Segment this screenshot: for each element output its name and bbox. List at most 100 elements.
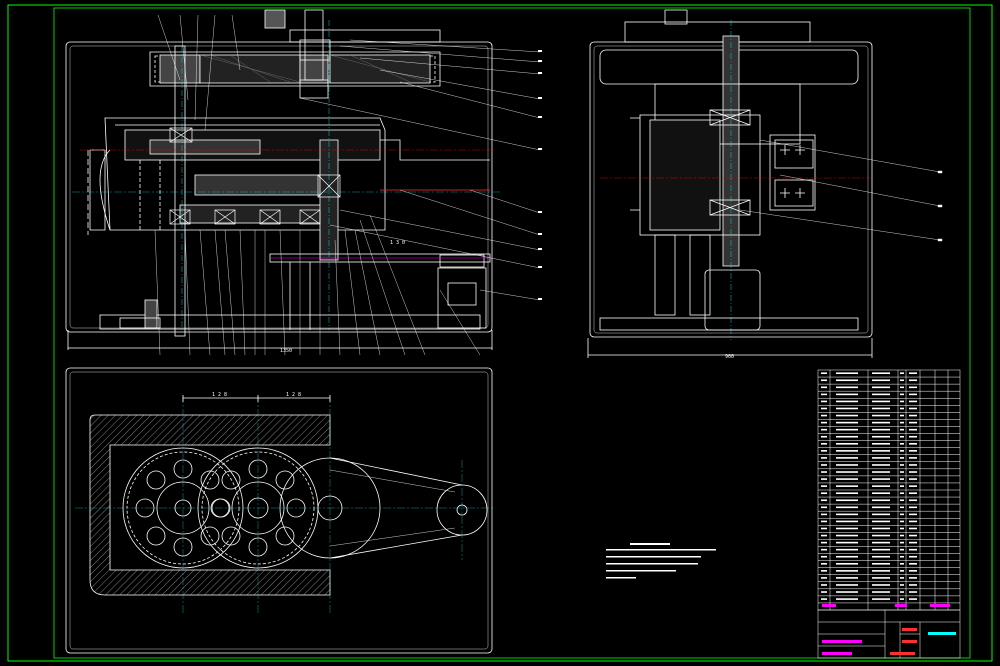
bom-cell-text-mark bbox=[872, 527, 890, 530]
bom-cell-text-mark bbox=[900, 598, 904, 600]
bom-cell-text-mark bbox=[909, 591, 917, 593]
bom-cell-text-mark bbox=[836, 577, 858, 579]
bom-cell-text-mark bbox=[872, 379, 890, 382]
bom-cell-text-mark bbox=[872, 577, 890, 579]
bom-cell-text-mark bbox=[872, 485, 890, 487]
bom-cell-text-mark bbox=[909, 548, 917, 551]
bom-cell-text-mark bbox=[872, 464, 890, 466]
bom-cell-text-mark bbox=[900, 527, 904, 530]
bom-cell-text-mark bbox=[836, 379, 858, 382]
bom-cell-text-mark bbox=[836, 435, 858, 438]
bom-cell-text-mark bbox=[821, 442, 827, 445]
bom-cell-text-mark bbox=[821, 485, 827, 487]
bom-cell-text-mark bbox=[821, 457, 827, 459]
plan-dimension-a: 1 2 8 bbox=[212, 392, 227, 398]
bom-cell-text-mark bbox=[836, 562, 858, 565]
bom-cell-text-mark bbox=[900, 442, 904, 445]
bom-cell-text-mark bbox=[909, 435, 917, 438]
bom-cell-text-mark bbox=[821, 478, 827, 480]
bom-cell-text-mark bbox=[821, 548, 827, 551]
cad-drawing-sheet: 1350 1 3 0 900 1 2 8 1 2 8 bbox=[7, 4, 993, 662]
bom-cell-text-mark bbox=[821, 527, 827, 530]
bom-cell-text-mark bbox=[872, 598, 890, 600]
bom-cell-text-mark bbox=[900, 372, 904, 374]
bom-cell-text-mark bbox=[909, 513, 917, 516]
bom-cell-text-mark bbox=[836, 457, 858, 459]
title-block bbox=[817, 369, 961, 659]
bill-of-materials-rows bbox=[818, 372, 960, 604]
bom-cell-text-mark bbox=[909, 457, 917, 459]
front-section-view bbox=[65, 9, 500, 350]
bom-cell-text-mark bbox=[836, 442, 858, 445]
bom-cell-text-mark bbox=[909, 400, 917, 403]
bom-cell-text-mark bbox=[909, 372, 917, 374]
bom-cell-text-mark bbox=[900, 393, 904, 396]
bom-cell-text-mark bbox=[836, 591, 858, 593]
bom-cell-text-mark bbox=[900, 435, 904, 438]
bom-cell-text-mark bbox=[821, 499, 827, 502]
bom-cell-text-mark bbox=[821, 562, 827, 565]
bom-cell-text-mark bbox=[872, 386, 890, 389]
bom-cell-text-mark bbox=[909, 499, 917, 502]
bom-cell-text-mark bbox=[821, 379, 827, 382]
bom-cell-text-mark bbox=[836, 478, 858, 480]
bom-cell-text-mark bbox=[900, 562, 904, 565]
bom-cell-text-mark bbox=[821, 570, 827, 572]
bom-cell-text-mark bbox=[872, 393, 890, 396]
bom-cell-text-mark bbox=[872, 492, 890, 494]
bom-cell-text-mark bbox=[821, 492, 827, 494]
bom-cell-text-mark bbox=[872, 513, 890, 516]
bom-cell-text-mark bbox=[836, 527, 858, 530]
bom-cell-text-mark bbox=[872, 570, 890, 572]
bom-cell-text-mark bbox=[909, 485, 917, 487]
bom-cell-text-mark bbox=[900, 386, 904, 389]
bom-cell-text-mark bbox=[836, 492, 858, 494]
bom-cell-text-mark bbox=[821, 386, 827, 389]
bom-cell-text-mark bbox=[900, 577, 904, 579]
plan-dimension-b: 1 2 8 bbox=[286, 392, 301, 398]
bom-cell-text-mark bbox=[821, 435, 827, 438]
bom-cell-text-mark bbox=[909, 541, 917, 544]
bom-cell-text-mark bbox=[836, 372, 858, 374]
bom-cell-text-mark bbox=[909, 562, 917, 565]
bom-cell-text-mark bbox=[900, 414, 904, 417]
bom-cell-text-mark bbox=[909, 570, 917, 572]
bom-cell-text-mark bbox=[909, 534, 917, 537]
bom-cell-text-mark bbox=[872, 457, 890, 459]
bom-cell-text-mark bbox=[900, 485, 904, 487]
bom-cell-text-mark bbox=[821, 534, 827, 537]
bom-cell-text-mark bbox=[836, 570, 858, 572]
bom-cell-text-mark bbox=[900, 464, 904, 466]
bom-cell-text-mark bbox=[872, 421, 890, 424]
front-dimension-label: 1350 bbox=[280, 348, 292, 354]
bom-cell-text-mark bbox=[836, 407, 858, 410]
bom-cell-text-mark bbox=[836, 534, 858, 537]
bom-cell-text-mark bbox=[909, 520, 917, 523]
bom-cell-text-mark bbox=[900, 421, 904, 424]
bom-cell-text-mark bbox=[872, 541, 890, 544]
bom-cell-text-mark bbox=[900, 407, 904, 410]
bom-cell-text-mark bbox=[821, 372, 827, 374]
bom-cell-text-mark bbox=[909, 492, 917, 494]
bom-cell-text-mark bbox=[821, 598, 827, 600]
bom-cell-text-mark bbox=[909, 407, 917, 410]
bom-cell-text-mark bbox=[872, 414, 890, 417]
bom-cell-text-mark bbox=[836, 414, 858, 417]
bom-cell-text-mark bbox=[836, 548, 858, 551]
bom-cell-text-mark bbox=[872, 591, 890, 593]
bom-cell-text-mark bbox=[821, 541, 827, 544]
bom-cell-text-mark bbox=[836, 393, 858, 396]
bom-cell-text-mark bbox=[872, 506, 890, 509]
bom-cell-text-mark bbox=[900, 548, 904, 551]
bom-cell-text-mark bbox=[900, 499, 904, 502]
bom-cell-text-mark bbox=[900, 570, 904, 572]
bom-cell-text-mark bbox=[872, 534, 890, 537]
bom-cell-text-mark bbox=[836, 400, 858, 403]
bom-cell-text-mark bbox=[909, 450, 917, 452]
bom-cell-text-mark bbox=[836, 513, 858, 516]
bom-cell-text-mark bbox=[821, 407, 827, 410]
bom-cell-text-mark bbox=[872, 435, 890, 438]
bom-cell-text-mark bbox=[821, 513, 827, 516]
bom-cell-text-mark bbox=[900, 450, 904, 452]
bom-cell-text-mark bbox=[909, 577, 917, 579]
